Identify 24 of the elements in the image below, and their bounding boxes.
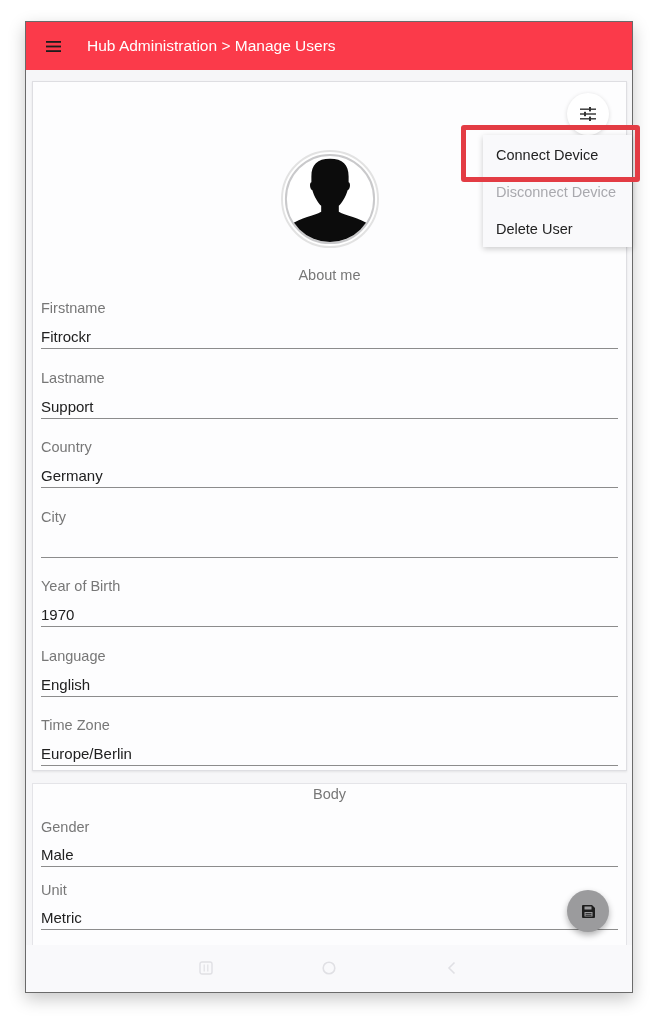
text-field[interactable]: Fitrockr xyxy=(41,322,618,349)
menu-item[interactable]: Connect Device xyxy=(483,145,632,165)
text-field[interactable]: 1970 xyxy=(41,600,618,627)
menu-item[interactable]: Delete User xyxy=(483,219,632,239)
text-field[interactable]: Germany xyxy=(41,461,618,488)
field-label: Gender xyxy=(41,818,90,837)
field-label: Country xyxy=(41,438,92,457)
menu-icon[interactable] xyxy=(46,40,61,52)
field-label: Language xyxy=(41,646,106,666)
field-label: City xyxy=(41,507,66,527)
section-title: About me xyxy=(297,266,362,285)
sliders-icon xyxy=(580,107,596,121)
person-silhouette-icon xyxy=(280,150,379,248)
text-field[interactable]: Support xyxy=(41,391,618,419)
field-label: Year of Birth xyxy=(41,577,121,596)
text-field[interactable]: Male xyxy=(41,840,618,867)
text-field[interactable]: Europe/Berlin xyxy=(41,739,618,766)
field-label: Lastname xyxy=(41,368,105,388)
text-field[interactable]: English xyxy=(41,669,618,697)
field-label: Unit xyxy=(41,881,67,900)
field-label: Firstname xyxy=(41,299,106,318)
field-label: Time Zone xyxy=(41,716,110,735)
app-bar-title: Hub Administration > Manage Users xyxy=(87,37,336,55)
section-title: Body xyxy=(311,785,348,804)
